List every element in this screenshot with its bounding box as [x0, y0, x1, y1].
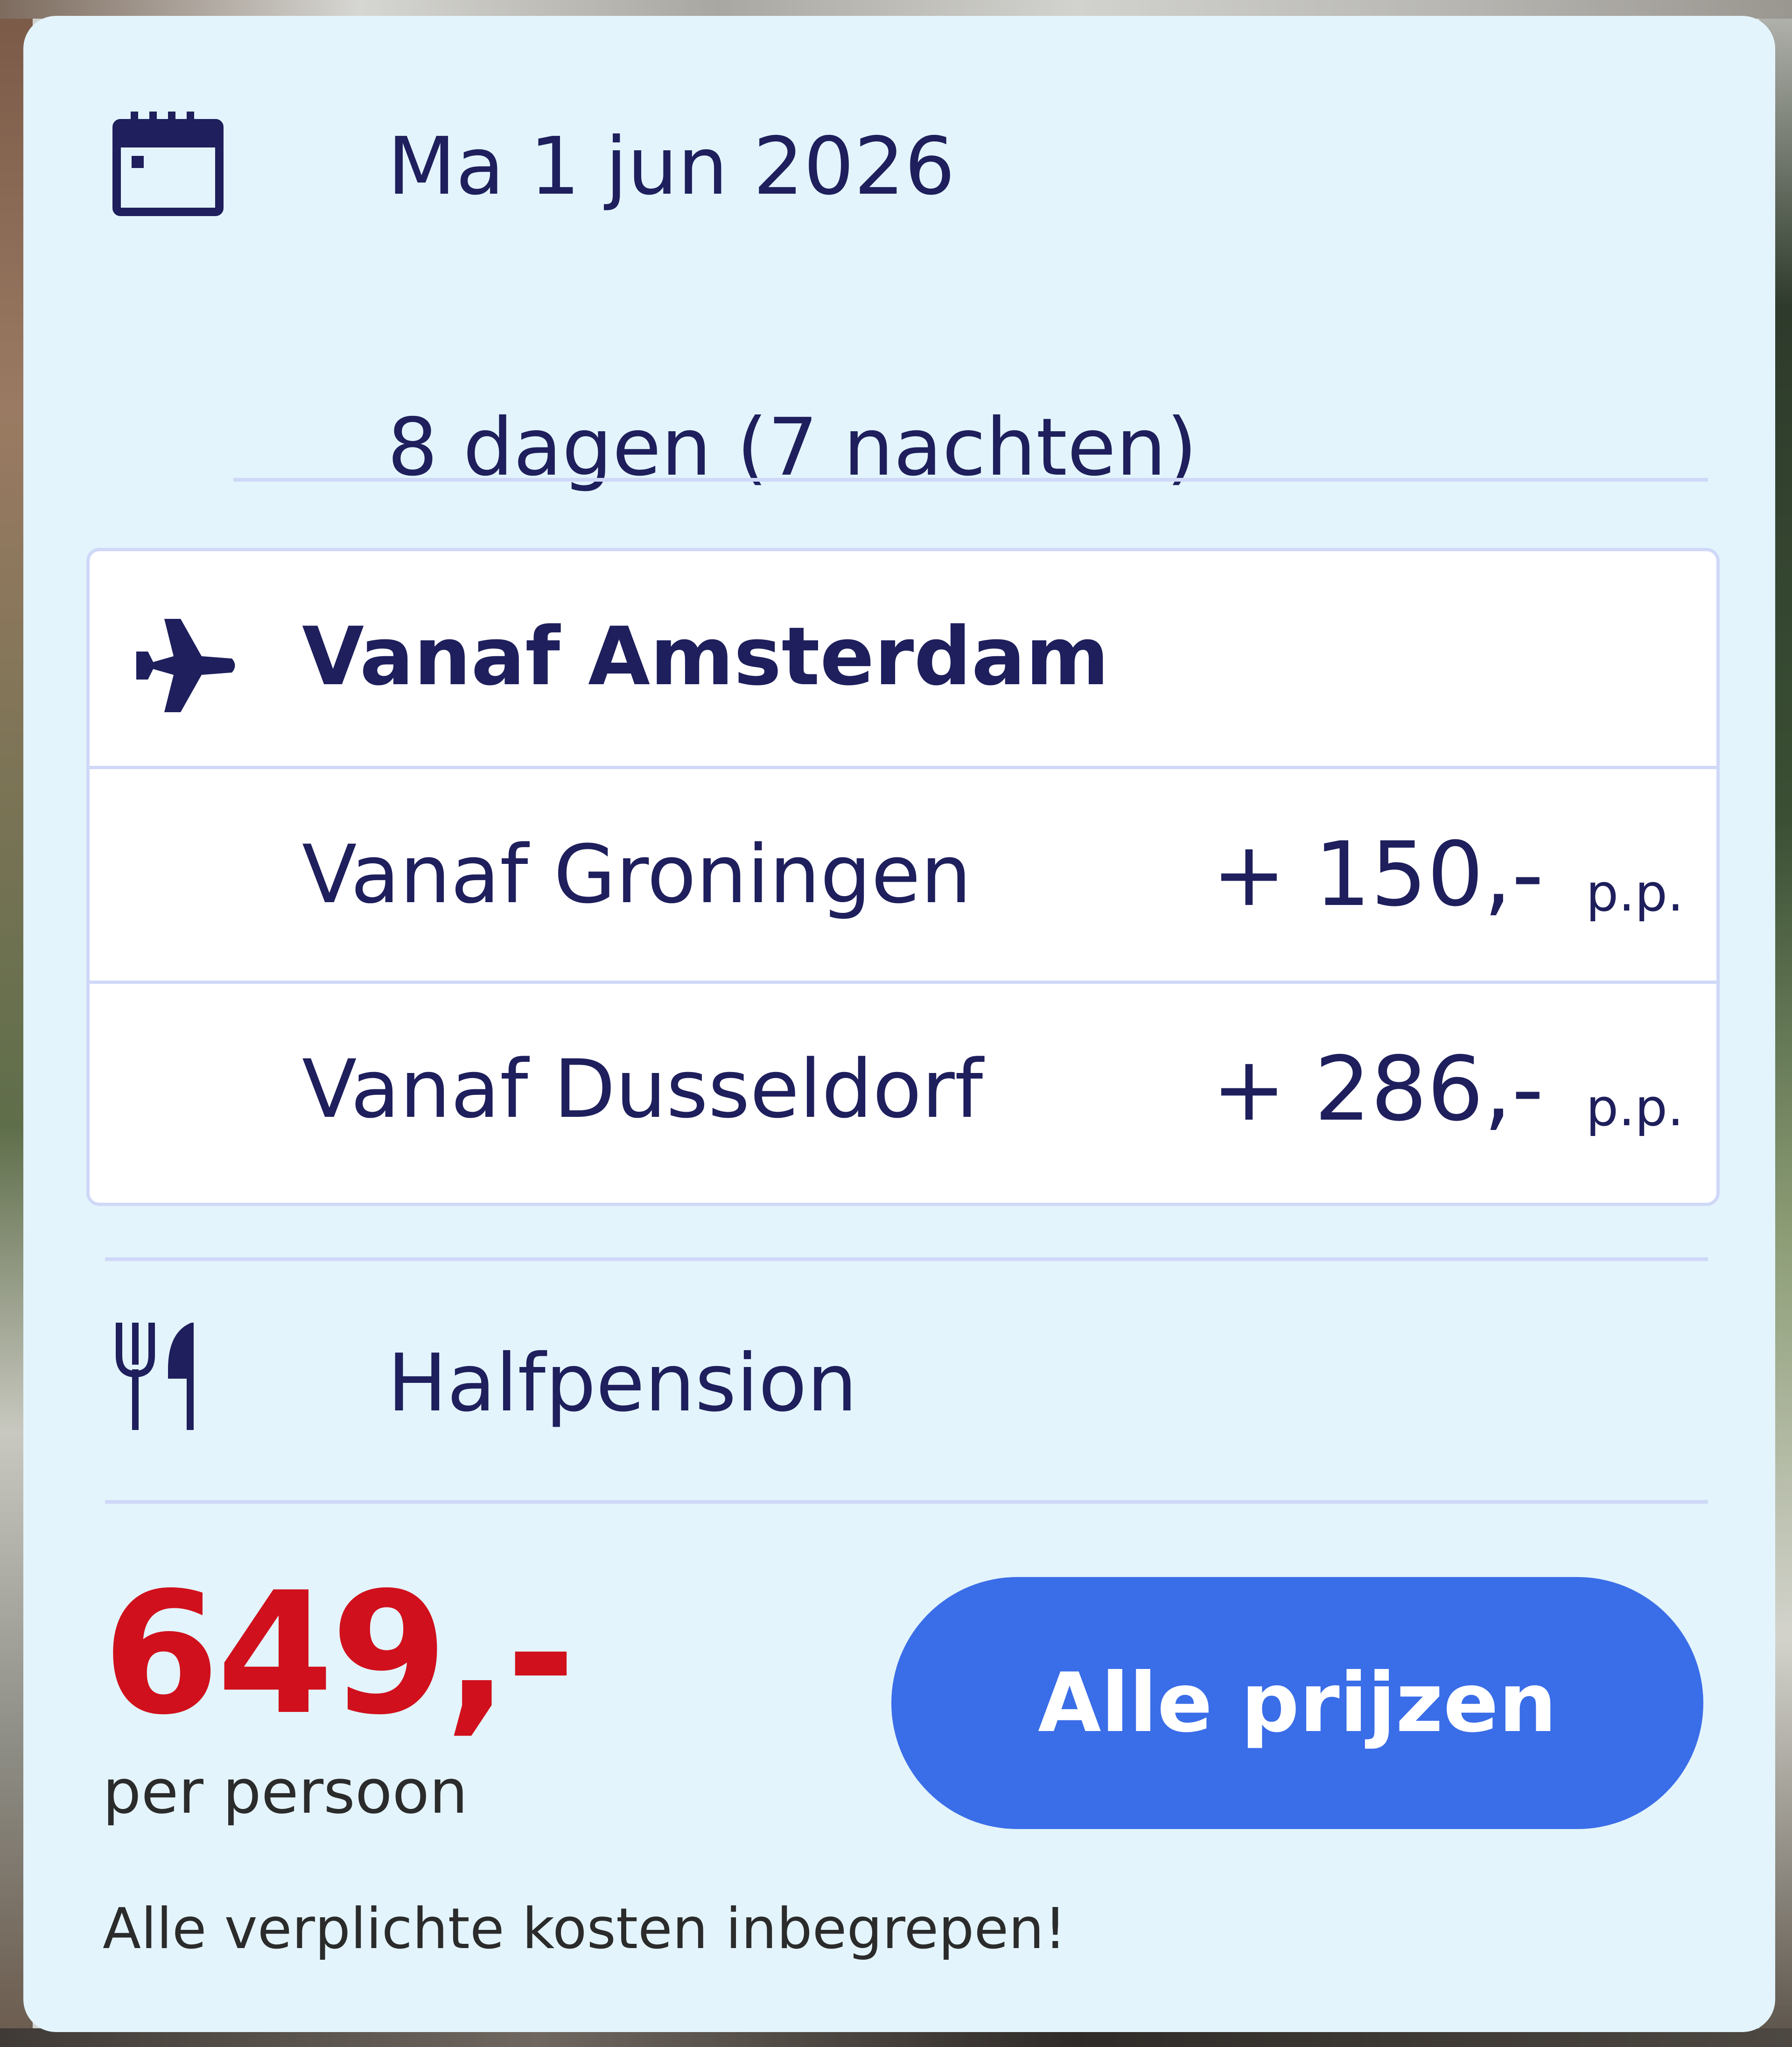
- divider-meal: [105, 1500, 1708, 1504]
- fork-knife-icon: [112, 1318, 205, 1435]
- trip-summary-card: Ma 1 jun 2026 8 dagen (7 nachten) Vanaf …: [23, 16, 1775, 2032]
- flight-option-label: Vanaf Dusseldorf: [302, 1042, 983, 1136]
- divider-date: [233, 478, 1708, 482]
- date-row: Ma 1 jun 2026 8 dagen (7 nachten): [112, 109, 1699, 487]
- flight-option-dusseldorf[interactable]: Vanaf Dusseldorf + 286,- p.p.: [90, 981, 1716, 1199]
- calendar-icon: [112, 109, 224, 217]
- flight-option-amsterdam[interactable]: Vanaf Amsterdam: [90, 551, 1716, 766]
- flight-option-unit: p.p.: [1586, 863, 1684, 923]
- departure-airport-list: Vanaf Amsterdam Vanaf Groningen + 150,- …: [86, 548, 1720, 1206]
- trip-duration: 8 dagen (7 nachten): [387, 401, 1197, 494]
- divider-flights: [105, 1257, 1708, 1261]
- price-included-note: Alle verplichte kosten inbegrepen!: [103, 1897, 1067, 1962]
- price-per-person-label: per persoon: [103, 1756, 468, 1827]
- board-type: Halfpension: [387, 1337, 857, 1430]
- flight-option-unit: p.p.: [1586, 1078, 1684, 1137]
- flight-option-surcharge: + 286,-: [1211, 1038, 1544, 1141]
- all-prices-button[interactable]: Alle prijzen: [891, 1577, 1703, 1829]
- departure-date: Ma 1 jun 2026: [387, 120, 955, 213]
- flight-option-surcharge: + 150,-: [1211, 823, 1544, 926]
- flight-option-groningen[interactable]: Vanaf Groningen + 150,- p.p.: [90, 766, 1716, 984]
- flight-option-label: Vanaf Amsterdam: [302, 610, 1109, 703]
- flight-option-label: Vanaf Groningen: [302, 827, 972, 921]
- meal-row: Halfpension: [112, 1318, 1699, 1439]
- airplane-icon: [132, 612, 239, 719]
- price-amount: 649,-: [103, 1556, 576, 1752]
